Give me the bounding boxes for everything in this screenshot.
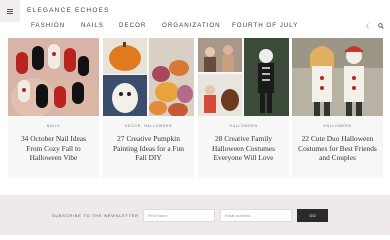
post-card[interactable]: DECOR, HALLOWEEN 27 Creative Pumpkin Pai… [103,38,194,178]
post-category[interactable]: NAILS [8,124,99,128]
newsletter-label: SUBSCRIBE TO THE NEWSLETTER [52,213,139,218]
nav-fashion[interactable]: FASHION [31,22,65,29]
post-category[interactable]: HALLOWEEN [292,124,383,128]
menu-button[interactable] [0,0,20,22]
hamburger-icon [7,8,13,14]
post-image-pumpkins[interactable] [103,38,194,116]
nav-nails[interactable]: NAILS [81,22,104,29]
nav-fourth-of-july[interactable]: FOURTH OF JULY [232,22,298,29]
nav-organization[interactable]: ORGANIZATION [162,22,221,29]
search-icon[interactable] [378,23,384,31]
email-input[interactable]: Email address [220,209,292,222]
main-nav: FASHION NAILS DECOR ORGANIZATION FOURTH … [0,22,390,34]
subscribe-button[interactable]: GO [297,209,328,222]
post-card[interactable]: HALLOWEEN 22 Cute Duo Halloween Costumes… [292,38,383,178]
post-card[interactable]: NAILS 34 October Nail Ideas From Cozy Fa… [8,38,99,178]
site-logo[interactable]: ELEGANCE ECHOES [27,7,110,14]
moon-icon[interactable]: ☾ [366,23,371,30]
post-category[interactable]: DECOR, HALLOWEEN [103,124,194,128]
post-card[interactable]: HALLOWEEN 28 Creative Family Halloween C… [198,38,289,178]
newsletter-bar: SUBSCRIBE TO THE NEWSLETTER First Name E… [0,195,390,235]
post-title[interactable]: 34 October Nail Ideas From Cozy Fall to … [14,134,93,163]
post-category[interactable]: HALLOWEEN [198,124,289,128]
post-image-family-costumes[interactable] [198,38,289,116]
post-image-duo-costumes[interactable] [292,38,383,116]
post-title[interactable]: 27 Creative Pumpkin Painting Ideas for a… [109,134,188,163]
site-header: ELEGANCE ECHOES FASHION NAILS DECOR ORGA… [0,0,390,36]
first-name-input[interactable]: First Name [143,209,215,222]
post-title[interactable]: 22 Cute Duo Halloween Costumes for Best … [298,134,377,163]
post-title[interactable]: 28 Creative Family Halloween Costumes Ev… [204,134,283,163]
nav-decor[interactable]: DECOR [119,22,146,29]
post-image-nails[interactable] [8,38,99,116]
